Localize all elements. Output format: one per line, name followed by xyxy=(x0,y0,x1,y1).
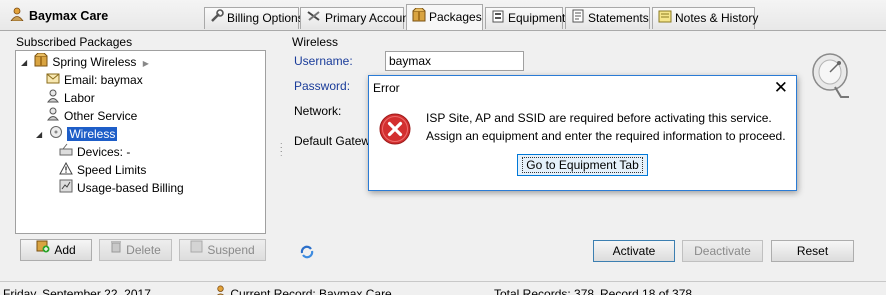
user-icon xyxy=(10,7,24,24)
tab-packages[interactable]: Packages xyxy=(406,4,483,31)
reset-button[interactable]: Reset xyxy=(771,240,854,262)
tree-item-devices[interactable]: Devices: - xyxy=(59,143,131,162)
tab-label: Billing Options xyxy=(227,11,304,25)
tree-item-label: Email: baymax xyxy=(64,73,143,87)
tools-icon xyxy=(306,9,322,26)
meter-icon xyxy=(59,179,73,196)
error-icon xyxy=(379,113,411,148)
tree-item-labor[interactable]: Labor xyxy=(46,89,95,108)
tree-item-usage-billing[interactable]: Usage-based Billing xyxy=(59,179,184,198)
warning-icon xyxy=(59,161,73,178)
username-label: Username: xyxy=(294,54,353,68)
tree-item-label: Wireless xyxy=(67,127,118,141)
tab-label: Packages xyxy=(429,10,482,24)
close-icon[interactable]: ✕ xyxy=(774,78,788,98)
person-icon xyxy=(46,107,60,124)
satellite-dish-icon xyxy=(809,51,855,102)
network-label: Network: xyxy=(294,104,342,118)
package-icon xyxy=(34,52,48,70)
tree-item-label: Other Service xyxy=(64,109,138,123)
status-current-record: Current Record: Baymax Care xyxy=(214,285,392,295)
app-title: Baymax Care xyxy=(10,7,108,24)
package-icon xyxy=(412,7,426,25)
tree-item-other-service[interactable]: Other Service xyxy=(46,107,138,126)
tree-item-label: Labor xyxy=(64,91,95,105)
default-gateway-label: Default Gatewa xyxy=(294,134,377,148)
tab-notes-history[interactable]: Notes & History xyxy=(652,7,759,29)
password-label: Password: xyxy=(294,79,351,93)
wrench-icon xyxy=(210,9,224,26)
tab-statements[interactable]: Statements xyxy=(565,7,650,29)
devices-icon xyxy=(59,143,73,160)
equipment-icon xyxy=(491,9,505,26)
tree-item-label: Speed Limits xyxy=(77,163,147,177)
status-bar: Friday, September 22, 2017 Current Recor… xyxy=(0,281,886,295)
go-to-equipment-tab-button[interactable]: Go to Equipment Tab xyxy=(517,154,648,176)
submenu-arrow-icon: ▶ xyxy=(142,59,149,68)
deactivate-button[interactable]: Deactivate xyxy=(682,240,763,262)
tab-label: Equipment xyxy=(508,11,566,25)
splitter-handle[interactable]: ::: xyxy=(280,141,283,158)
satellite-dish-icon xyxy=(49,125,63,142)
user-icon xyxy=(214,285,227,295)
tree-item-label: Devices: - xyxy=(77,145,131,159)
envelope-icon xyxy=(46,72,60,87)
tree-item-email[interactable]: Email: baymax xyxy=(46,73,143,90)
suspend-icon xyxy=(190,239,203,259)
wireless-group-label: Wireless xyxy=(292,35,339,49)
tab-label: Statements xyxy=(588,11,649,25)
top-bar: Baymax Care Billing Options Primary Acco… xyxy=(0,0,886,31)
delete-button[interactable]: Delete xyxy=(99,239,172,261)
tree-item-speed-limits[interactable]: Speed Limits xyxy=(59,161,147,180)
dialog-body: ISP Site, AP and SSID are required befor… xyxy=(369,101,796,190)
status-total-records: Total Records: 378 xyxy=(494,287,595,295)
collapse-icon[interactable]: ◢ xyxy=(21,58,29,67)
packages-tree[interactable]: ◢ Spring Wireless ▶ Email: baymax Labor … xyxy=(15,50,266,234)
subscribed-packages-label: Subscribed Packages xyxy=(16,35,133,49)
tab-billing-options[interactable]: Billing Options xyxy=(204,7,304,29)
tab-label: Notes & History xyxy=(675,11,759,25)
suspend-button[interactable]: Suspend xyxy=(179,239,266,261)
username-field[interactable]: baymax xyxy=(385,51,524,71)
trash-icon xyxy=(110,239,122,259)
dialog-title: Error xyxy=(373,81,400,95)
error-message-line-2: Assign an equipment and enter the requir… xyxy=(426,129,786,143)
dialog-titlebar[interactable]: Error ✕ xyxy=(369,76,796,101)
tab-equipment[interactable]: Equipment xyxy=(485,7,566,29)
collapse-icon[interactable]: ◢ xyxy=(36,130,44,139)
tree-item-wireless[interactable]: ◢ Wireless xyxy=(36,125,118,144)
add-icon xyxy=(36,239,50,259)
status-record-position: Record 18 of 378 xyxy=(600,287,693,295)
tree-item-spring-wireless[interactable]: ◢ Spring Wireless ▶ xyxy=(21,52,149,72)
error-dialog: Error ✕ ISP Site, AP and SSID are requir… xyxy=(368,75,797,191)
tree-item-label: Usage-based Billing xyxy=(77,181,184,195)
statement-icon xyxy=(571,9,585,26)
person-icon xyxy=(46,89,60,106)
error-message-line-1: ISP Site, AP and SSID are required befor… xyxy=(426,111,772,125)
tree-item-label: Spring Wireless xyxy=(52,55,137,69)
add-button[interactable]: Add xyxy=(20,239,92,261)
refresh-icon[interactable] xyxy=(299,244,315,263)
tab-label: Primary Account xyxy=(325,11,413,25)
notes-icon xyxy=(658,9,672,26)
status-date: Friday, September 22, 2017 xyxy=(3,287,151,295)
tab-primary-account[interactable]: Primary Account xyxy=(300,7,412,29)
activate-button[interactable]: Activate xyxy=(593,240,675,262)
